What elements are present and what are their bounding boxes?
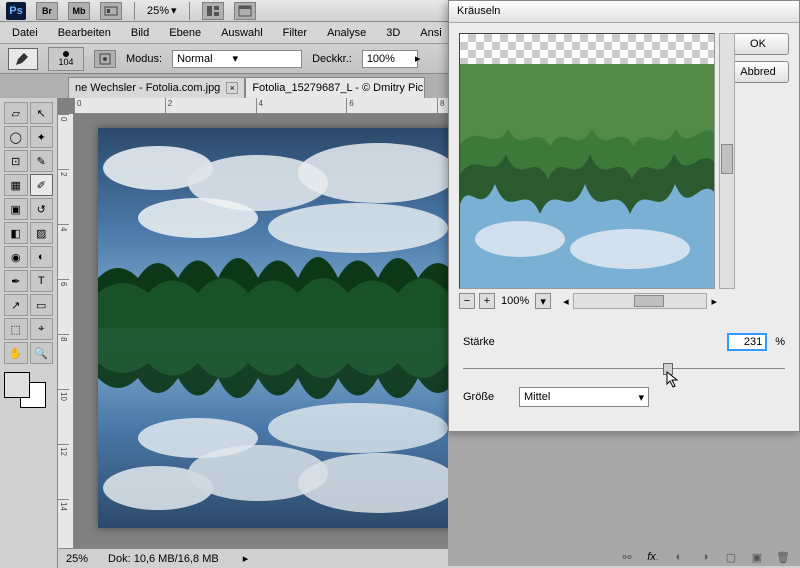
history-brush-tool[interactable]: ↺ xyxy=(30,198,54,220)
chevron-down-icon[interactable]: ▾ xyxy=(171,4,177,17)
menu-auswahl[interactable]: Auswahl xyxy=(213,24,271,42)
minibridge-button[interactable]: Mb xyxy=(68,2,90,20)
app-logo: Ps xyxy=(6,2,26,20)
trash-icon[interactable]: 🗑 xyxy=(774,550,792,564)
zoom-value[interactable]: 25% xyxy=(147,5,169,17)
zoom-in-button[interactable]: + xyxy=(479,293,495,309)
opacity-select[interactable]: 100% ▸ xyxy=(362,50,418,68)
brush-size-value: 104 xyxy=(58,57,73,67)
current-tool-icon[interactable] xyxy=(8,48,38,70)
move-arrow-tool[interactable]: ↖ xyxy=(30,102,54,124)
3d-cam-tool[interactable]: ⌖ xyxy=(30,318,54,340)
filter-preview[interactable] xyxy=(459,33,715,289)
document-tab[interactable]: ne Wechsler - Fotolia.com.jpg × xyxy=(68,77,245,98)
modus-label: Modus: xyxy=(126,53,162,65)
opacity-value: 100% xyxy=(367,53,395,65)
chevron-down-icon[interactable]: ▾ xyxy=(535,293,551,309)
pen-tool[interactable]: ✒ xyxy=(4,270,28,292)
menu-filter[interactable]: Filter xyxy=(275,24,315,42)
gradient-tool[interactable]: ▨ xyxy=(30,222,54,244)
shape-tool[interactable]: ▭ xyxy=(30,294,54,316)
hand-tool[interactable]: ✋ xyxy=(4,342,28,364)
bridge-button[interactable]: Br xyxy=(36,2,58,20)
brush-tool[interactable]: ✐ xyxy=(30,174,54,196)
menu-bild[interactable]: Bild xyxy=(123,24,157,42)
arrange-docs-button[interactable] xyxy=(202,2,224,20)
opacity-label: Deckkr.: xyxy=(312,53,352,65)
folder-icon[interactable]: ▢ xyxy=(722,550,740,564)
link-icon[interactable]: ⚯ xyxy=(618,550,636,564)
lasso-tool[interactable]: ◯ xyxy=(4,126,28,148)
blend-mode-value: Normal xyxy=(177,53,212,65)
foreground-swatch[interactable] xyxy=(4,372,30,398)
path-tool[interactable]: ↗ xyxy=(4,294,28,316)
slider-thumb[interactable] xyxy=(663,363,673,375)
preview-scroll-h[interactable] xyxy=(573,293,708,309)
zoom-tool[interactable]: 🔍 xyxy=(30,342,54,364)
chevron-down-icon: ▾ xyxy=(638,391,644,404)
screen-mode-button[interactable] xyxy=(234,2,256,20)
move-tool[interactable]: ▱ xyxy=(4,102,28,124)
tab-label: Fotolia_15279687_L - © Dmitry Pichu xyxy=(252,82,425,94)
menu-analyse[interactable]: Analyse xyxy=(319,24,374,42)
scroll-left-icon[interactable]: ◂ xyxy=(563,295,569,308)
3d-tool[interactable]: ⬚ xyxy=(4,318,28,340)
stamp-tool[interactable]: ▣ xyxy=(4,198,28,220)
status-dok: Dok: 10,6 MB/16,8 MB xyxy=(108,553,219,565)
crop-tool[interactable]: ⊡ xyxy=(4,150,28,172)
document-canvas[interactable] xyxy=(98,128,478,528)
mask-icon[interactable]: ◐ xyxy=(670,550,688,564)
close-icon[interactable]: × xyxy=(226,82,238,94)
new-layer-icon[interactable]: ▣ xyxy=(748,550,766,564)
eraser-tool[interactable]: ◧ xyxy=(4,222,28,244)
color-swatches[interactable] xyxy=(4,372,46,408)
chevron-right-icon[interactable]: ▸ xyxy=(243,552,249,565)
dialog-title: Kräuseln xyxy=(449,1,799,23)
staerke-label: Stärke xyxy=(463,336,511,348)
dodge-tool[interactable]: ◐ xyxy=(30,246,54,268)
status-zoom[interactable]: 25% xyxy=(66,553,88,565)
eyedropper-tool[interactable]: ✎ xyxy=(30,150,54,172)
zoom-out-button[interactable]: − xyxy=(459,293,475,309)
blend-mode-select[interactable]: Normal ▾ xyxy=(172,50,302,68)
brush-panel-button[interactable] xyxy=(94,50,116,68)
preview-scroll-v[interactable] xyxy=(719,33,735,289)
menu-bearbeiten[interactable]: Bearbeiten xyxy=(50,24,119,42)
menu-datei[interactable]: Datei xyxy=(4,24,46,42)
percent-label: % xyxy=(775,336,785,348)
cancel-button[interactable]: Abbred xyxy=(727,61,789,83)
wand-tool[interactable]: ✦ xyxy=(30,126,54,148)
staerke-input[interactable] xyxy=(727,333,767,351)
toolbox: ▱↖ ◯✦ ⊡✎ ▦✐ ▣↺ ◧▨ ◉◐ ✒T ↗▭ ⬚⌖ ✋🔍 xyxy=(0,98,58,568)
tab-label: ne Wechsler - Fotolia.com.jpg xyxy=(75,82,220,94)
ruler-vertical: 02468101214 xyxy=(58,114,74,548)
menu-ebene[interactable]: Ebene xyxy=(161,24,209,42)
document-tab[interactable]: Fotolia_15279687_L - © Dmitry Pichu × xyxy=(245,77,425,98)
heal-tool[interactable]: ▦ xyxy=(4,174,28,196)
groesse-label: Größe xyxy=(463,391,511,403)
panels-strip: ⚯ fx. ◐ ◑ ▢ ▣ 🗑 xyxy=(448,418,800,566)
menu-3d[interactable]: 3D xyxy=(378,24,408,42)
scroll-right-icon[interactable]: ▸ xyxy=(711,295,717,308)
adjust-icon[interactable]: ◑ xyxy=(696,550,714,564)
brush-preset-picker[interactable]: 104 xyxy=(48,47,84,71)
menu-ansicht[interactable]: Ansi xyxy=(412,24,449,42)
type-tool[interactable]: T xyxy=(30,270,54,292)
ripple-dialog: Kräuseln − + xyxy=(448,0,800,432)
preview-zoom-value: 100% xyxy=(501,295,529,307)
ok-button[interactable]: OK xyxy=(727,33,789,55)
chevron-down-icon: ▾ xyxy=(233,52,239,65)
groesse-select[interactable]: Mittel ▾ xyxy=(519,387,649,407)
fx-icon[interactable]: fx. xyxy=(644,550,662,564)
staerke-slider[interactable] xyxy=(463,361,785,377)
view-extras-button[interactable] xyxy=(100,2,122,20)
groesse-value: Mittel xyxy=(524,391,550,403)
blur-tool[interactable]: ◉ xyxy=(4,246,28,268)
chevron-down-icon: ▸ xyxy=(415,52,421,65)
